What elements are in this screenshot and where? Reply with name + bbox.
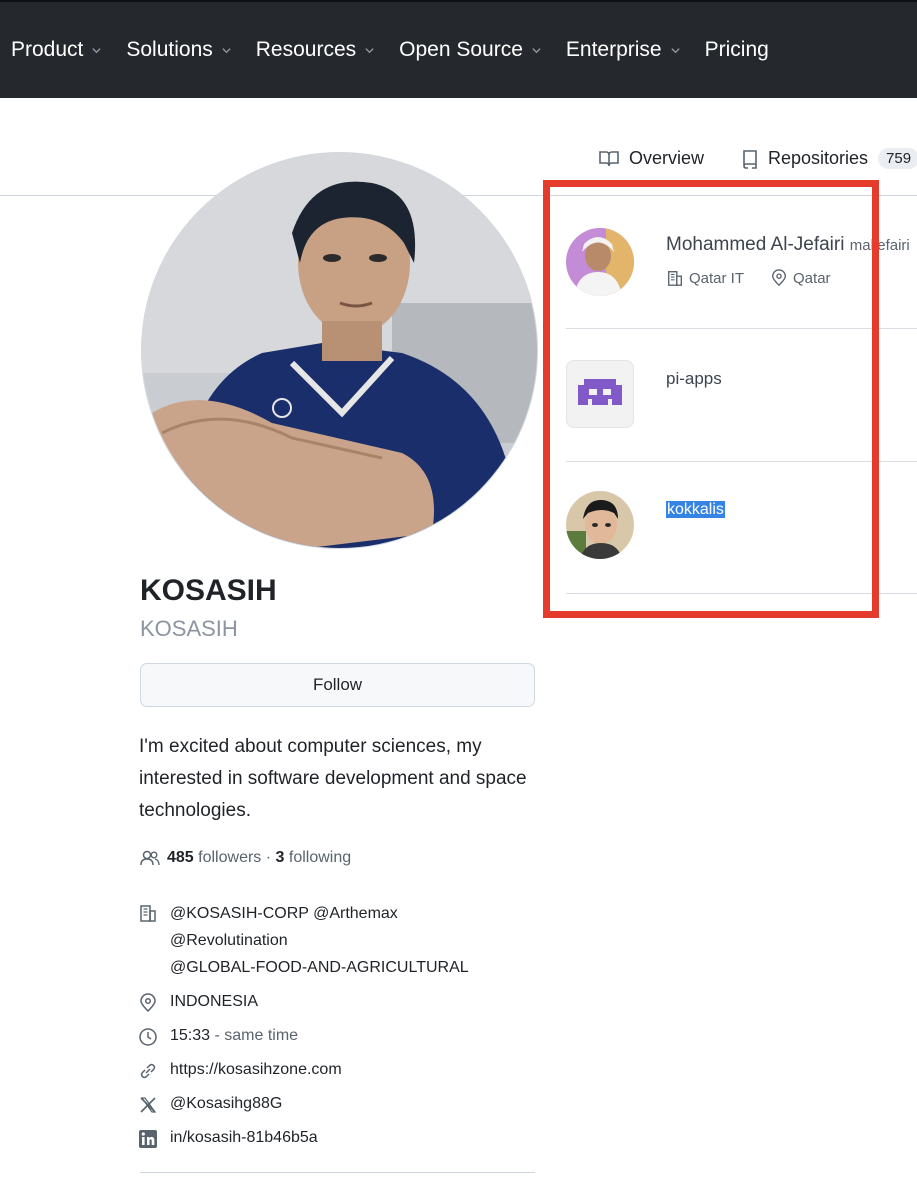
profile-fullname: KOSASIH	[140, 574, 277, 607]
chevron-down-icon	[532, 47, 541, 53]
tab-repositories[interactable]: Repositories 759	[741, 148, 917, 169]
website-link[interactable]: https://kosasihzone.com	[170, 1061, 342, 1079]
follow-button[interactable]: Follow	[140, 663, 535, 707]
local-time-row: 15:33 - same time	[138, 1027, 538, 1047]
chevron-down-icon	[92, 47, 102, 53]
organizations-row: @KOSASIH-CORP @Arthemax @Revolutination …	[138, 903, 538, 981]
clock-icon	[139, 1028, 157, 1046]
user-meta: Qatar IT Qatar	[666, 269, 831, 287]
profile-bio: I'm excited about computer sciences, my …	[139, 736, 527, 821]
user-avatar[interactable]	[566, 491, 634, 559]
person-photo	[566, 228, 634, 296]
nav-resources[interactable]: Resources	[256, 38, 375, 62]
location-row: INDONESIA	[138, 993, 538, 1013]
linkedin-link[interactable]: in/kosasih-81b46b5a	[170, 1129, 318, 1147]
nav-product[interactable]: Product	[11, 38, 102, 62]
org-avatar[interactable]	[566, 360, 634, 428]
nav-product-label: Product	[11, 38, 84, 61]
list-item: pi-apps	[566, 328, 917, 462]
tab-overview[interactable]: Overview	[598, 148, 704, 169]
user-display-name[interactable]: pi-apps	[666, 369, 722, 389]
time-note: - same time	[214, 1027, 299, 1044]
user-handle: maljefairi	[849, 237, 910, 254]
profile-username: KOSASIH	[140, 616, 238, 641]
linkedin-icon	[139, 1130, 157, 1148]
user-company: Qatar IT	[689, 269, 745, 287]
nav-pricing-label: Pricing	[704, 38, 769, 61]
org-link[interactable]: @KOSASIH-CORP @Arthemax	[170, 900, 469, 927]
pixel-invader-logo	[578, 379, 622, 405]
website-row: https://kosasihzone.com	[138, 1061, 538, 1081]
nav-open-source[interactable]: Open Source	[399, 38, 542, 62]
followers-count[interactable]: 485	[167, 849, 194, 867]
tab-overview-label: Overview	[629, 148, 705, 168]
user-location: Qatar	[793, 269, 831, 287]
stats-separator: ·	[265, 849, 272, 866]
tab-repositories-label: Repositories	[768, 148, 869, 168]
profile-photo	[142, 153, 537, 548]
follow-stats: 485 followers · 3 following	[139, 849, 351, 867]
nav-open-source-label: Open Source	[399, 38, 523, 61]
nav-pricing[interactable]: Pricing	[705, 38, 769, 62]
nav-enterprise-label: Enterprise	[565, 38, 662, 61]
user-avatar[interactable]	[566, 228, 634, 296]
profile-avatar[interactable]	[141, 152, 538, 549]
following-label[interactable]: following	[289, 849, 351, 867]
org-link[interactable]: @GLOBAL-FOOD-AND-AGRICULTURAL	[170, 954, 469, 981]
org-link[interactable]: @Revolutination	[170, 927, 469, 954]
top-navigation: Product Solutions Resources Open Source …	[0, 0, 917, 98]
chevron-down-icon	[670, 47, 680, 53]
list-item: Mohammed Al-Jefairi maljefairi Qatar IT …	[566, 196, 917, 329]
building-icon	[140, 905, 156, 922]
list-item: kokkalis	[566, 461, 917, 594]
nav-resources-label: Resources	[255, 38, 357, 61]
nav-enterprise[interactable]: Enterprise	[566, 38, 681, 62]
selected-text: kokkalis	[666, 501, 725, 518]
sidebar-divider	[140, 1172, 535, 1173]
user-name-text: Mohammed Al-Jefairi	[666, 234, 845, 255]
user-display-name[interactable]: kokkalis	[666, 501, 725, 519]
location-pin-icon	[772, 269, 786, 287]
nav-solutions-label: Solutions	[126, 38, 213, 61]
building-icon	[668, 271, 682, 286]
linkedin-row: in/kosasih-81b46b5a	[138, 1129, 538, 1149]
people-icon	[140, 850, 160, 866]
profile-tabs: Overview Repositories 759	[0, 98, 917, 196]
following-count[interactable]: 3	[276, 849, 285, 867]
location-pin-icon	[140, 993, 156, 1013]
nav-solutions[interactable]: Solutions	[126, 38, 231, 62]
book-icon	[599, 150, 619, 166]
person-photo	[566, 491, 634, 559]
x-handle-link[interactable]: @Kosasihg88G	[170, 1095, 282, 1113]
chevron-down-icon	[365, 47, 374, 53]
followers-label[interactable]: followers	[198, 849, 261, 867]
user-display-name[interactable]: Mohammed Al-Jefairi maljefairi	[666, 234, 910, 256]
repositories-count-badge: 759	[878, 148, 917, 169]
local-time: 15:33	[170, 1027, 211, 1044]
link-icon	[140, 1063, 156, 1079]
x-logo-icon	[140, 1097, 157, 1113]
profile-details: @KOSASIH-CORP @Arthemax @Revolutination …	[138, 903, 538, 1159]
x-account-row: @Kosasihg88G	[138, 1095, 538, 1115]
chevron-down-icon	[222, 47, 231, 53]
repo-icon	[743, 149, 757, 169]
location-text: INDONESIA	[170, 993, 259, 1010]
